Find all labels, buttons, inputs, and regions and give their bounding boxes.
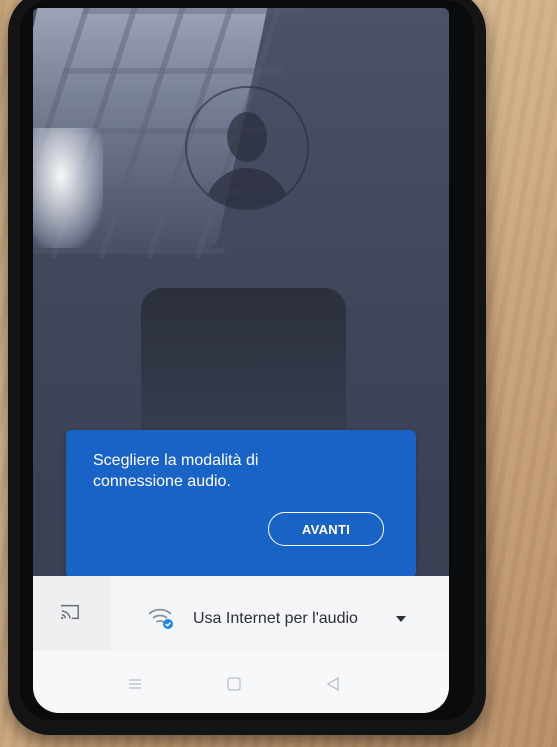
avatar-placeholder-icon (185, 86, 309, 210)
selected-audio-option: Usa Internet per l'audio (193, 610, 358, 627)
camera-reflection (141, 288, 346, 448)
wifi-icon (148, 608, 173, 629)
home-icon[interactable] (226, 676, 242, 692)
avatar-head (227, 112, 267, 162)
avatar-body (205, 168, 289, 208)
cast-icon (61, 604, 79, 620)
menu-icon[interactable] (127, 676, 143, 692)
tooltip-message: Scegliere la modalità di connessione aud… (93, 452, 259, 490)
system-navigation-bar (33, 651, 449, 713)
check-badge-icon (163, 619, 173, 629)
light-reflection (33, 128, 103, 248)
cast-button[interactable] (33, 576, 111, 651)
audio-option-bar: Usa Internet per l'audio (33, 576, 449, 651)
audio-connection-tooltip: Scegliere la modalità di connessione aud… (66, 430, 416, 586)
caret-down-icon (396, 616, 406, 622)
phone-screen: Scegliere la modalità di connessione aud… (33, 8, 449, 713)
next-button[interactable]: AVANTI (268, 512, 384, 546)
back-icon[interactable] (325, 676, 341, 692)
